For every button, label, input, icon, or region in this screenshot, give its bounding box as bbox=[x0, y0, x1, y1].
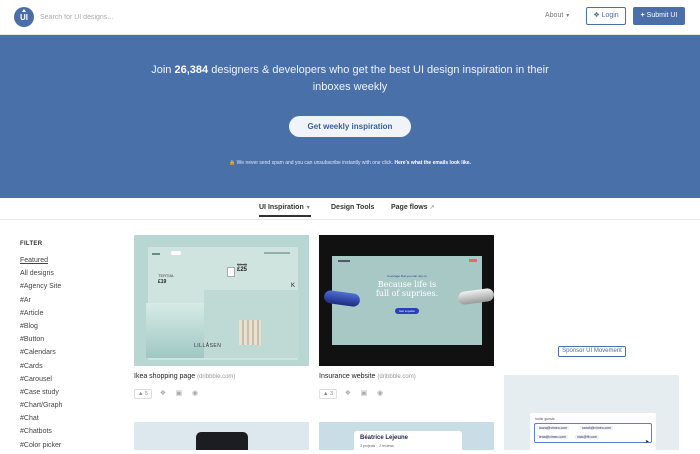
tab-design-tools[interactable]: Design Tools bbox=[331, 204, 374, 211]
thumb-kicker: Coverage that you can rely on bbox=[386, 274, 428, 278]
login-button[interactable]: ❖ Login bbox=[586, 7, 626, 25]
filter-item[interactable]: #Chat bbox=[20, 414, 62, 427]
like-button[interactable]: ▲ 5 bbox=[134, 389, 153, 399]
cursor-icon: ➤ bbox=[645, 439, 650, 445]
card-thumbnail-profile[interactable]: Béatrice Lejeune 3 projects 2 reviews bbox=[319, 422, 494, 450]
twitter-icon: ❖ bbox=[593, 12, 600, 19]
thumb-logo-mark bbox=[152, 253, 160, 255]
submit-ui-button[interactable]: + Submit UI bbox=[633, 7, 685, 25]
thumb-nav-bar bbox=[338, 260, 350, 262]
plus-icon: + bbox=[640, 12, 645, 19]
thumb-cta: Get a quote bbox=[395, 308, 419, 314]
filter-item[interactable]: #Button bbox=[20, 335, 62, 348]
lock-icon: 🔒 bbox=[229, 160, 236, 166]
pinterest-icon[interactable]: ◉ bbox=[192, 389, 198, 397]
tab-page-flows[interactable]: Page flows ↗ bbox=[391, 204, 435, 211]
about-menu[interactable]: About ▼ bbox=[545, 12, 570, 19]
card-thumbnail[interactable]: 33,45 £25 TERTIAL £19 K LILLÅSEN bbox=[134, 235, 309, 366]
filter-item[interactable]: #Case study bbox=[20, 388, 62, 401]
filter-item[interactable]: #Chatbots bbox=[20, 427, 62, 440]
email-preview-link[interactable]: Here's what the emails look like. bbox=[394, 160, 471, 166]
twitter-icon[interactable]: ❖ bbox=[160, 389, 166, 397]
search-input[interactable] bbox=[40, 9, 340, 25]
email-chip: laura@vimeo.com bbox=[537, 426, 570, 430]
filter-list: Featured All designs #Agency Site #Ar #A… bbox=[20, 256, 62, 454]
card-meta: ▲ 3 ❖ ▣ ◉ bbox=[319, 389, 391, 399]
facebook-icon[interactable]: ▣ bbox=[176, 389, 183, 397]
thumb-nav-pill bbox=[171, 251, 181, 255]
filter-item[interactable]: #Calendars bbox=[20, 348, 62, 361]
chevron-down-icon: ▼ bbox=[565, 13, 571, 19]
thumb-headline: Because life is full of suprises. bbox=[375, 280, 439, 298]
thumb-product-box bbox=[227, 267, 235, 277]
filter-item[interactable]: #Cards bbox=[20, 362, 62, 375]
thumb-shelf-light bbox=[146, 303, 204, 358]
card-thumbnail-app[interactable] bbox=[134, 422, 309, 450]
filter-item[interactable]: #Ar bbox=[20, 296, 62, 309]
thumb-price-new: £25 bbox=[237, 267, 248, 273]
email-chip: lena@vimeo.com bbox=[537, 435, 569, 439]
thumb-nav-cta bbox=[469, 259, 477, 262]
thumb-chair bbox=[239, 320, 261, 345]
chevron-down-icon: ▼ bbox=[305, 205, 311, 211]
pinterest-icon[interactable]: ◉ bbox=[377, 389, 383, 397]
email-chip: nick@fit.com bbox=[575, 435, 600, 439]
upvote-icon: ▲ bbox=[138, 391, 144, 397]
thumb-side-letter: K bbox=[291, 283, 296, 289]
filter-item[interactable]: All designs bbox=[20, 269, 62, 282]
subscriber-count: 26,384 bbox=[174, 64, 209, 76]
filter-item[interactable]: #Chart/Graph bbox=[20, 401, 62, 414]
card-title[interactable]: Ikea shopping page (dribbble.com) bbox=[134, 373, 235, 380]
spam-note: 🔒 We never send spam and you can unsubsc… bbox=[229, 160, 471, 166]
facebook-icon[interactable]: ▣ bbox=[361, 389, 368, 397]
external-link-icon: ↗ bbox=[429, 205, 435, 211]
thumb-pipe-right bbox=[457, 287, 494, 306]
thumb-tertial: TERTIAL bbox=[158, 273, 175, 278]
upvote-icon: ▲ bbox=[323, 391, 329, 397]
newsletter-hero: Join 26,384 designers & developers who g… bbox=[0, 35, 700, 198]
thumb-pipe-left bbox=[323, 289, 361, 308]
email-chip: sarah@vimeo.com bbox=[580, 426, 614, 430]
filter-item[interactable]: #Color picker bbox=[20, 441, 62, 454]
logo[interactable]: UI bbox=[14, 7, 34, 27]
submit-label: Submit UI bbox=[646, 12, 678, 19]
thumb-page: Coverage that you can rely on Because li… bbox=[323, 256, 494, 345]
tab-ui-inspiration[interactable]: UI Inspiration ▼ bbox=[259, 204, 311, 217]
thumb-tertial-price: £19 bbox=[158, 279, 167, 285]
card-thumbnail[interactable]: Coverage that you can rely on Because li… bbox=[319, 235, 494, 366]
login-label: Login bbox=[601, 12, 619, 19]
profile-card: Béatrice Lejeune 3 projects 2 reviews bbox=[354, 431, 462, 450]
thumb-brand: LILLÅSEN bbox=[194, 343, 222, 349]
get-weekly-inspiration-button[interactable]: Get weekly inspiration bbox=[289, 116, 411, 137]
card-title[interactable]: Insurance website (dribbble.com) bbox=[319, 373, 416, 380]
about-label: About bbox=[545, 12, 564, 19]
filter-item[interactable]: #Article bbox=[20, 309, 62, 322]
filter-item-featured[interactable]: Featured bbox=[20, 256, 62, 269]
phone-mockup bbox=[196, 432, 248, 450]
logo-arrow-icon bbox=[22, 9, 26, 12]
filter-item[interactable]: #Agency Site bbox=[20, 282, 62, 295]
filter-item[interactable]: #Carousel bbox=[20, 375, 62, 388]
invite-label: Invite guests bbox=[535, 417, 555, 421]
card-meta: ▲ 5 ❖ ▣ ◉ bbox=[134, 389, 206, 399]
section-tabs: UI Inspiration ▼ Design Tools Page flows… bbox=[0, 198, 700, 220]
logo-text: UI bbox=[20, 13, 28, 22]
thumb-nav-dots bbox=[264, 252, 290, 254]
profile-name: Béatrice Lejeune bbox=[360, 435, 409, 441]
filter-item[interactable]: #Blog bbox=[20, 322, 62, 335]
twitter-icon[interactable]: ❖ bbox=[345, 389, 351, 397]
top-nav: UI About ▼ ❖ Login + Submit UI bbox=[0, 0, 700, 35]
like-button[interactable]: ▲ 3 bbox=[319, 389, 338, 399]
card-thumbnail-invite[interactable]: Invite guests laura@vimeo.com sarah@vime… bbox=[504, 375, 679, 450]
invite-panel: Invite guests laura@vimeo.com sarah@vime… bbox=[530, 413, 656, 450]
profile-stat: 3 projects 2 reviews bbox=[360, 444, 394, 448]
hero-headline: Join 26,384 designers & developers who g… bbox=[151, 64, 549, 93]
filter-title: FILTER bbox=[20, 241, 43, 247]
sponsor-button[interactable]: Sponsor UI Movement bbox=[558, 346, 626, 357]
